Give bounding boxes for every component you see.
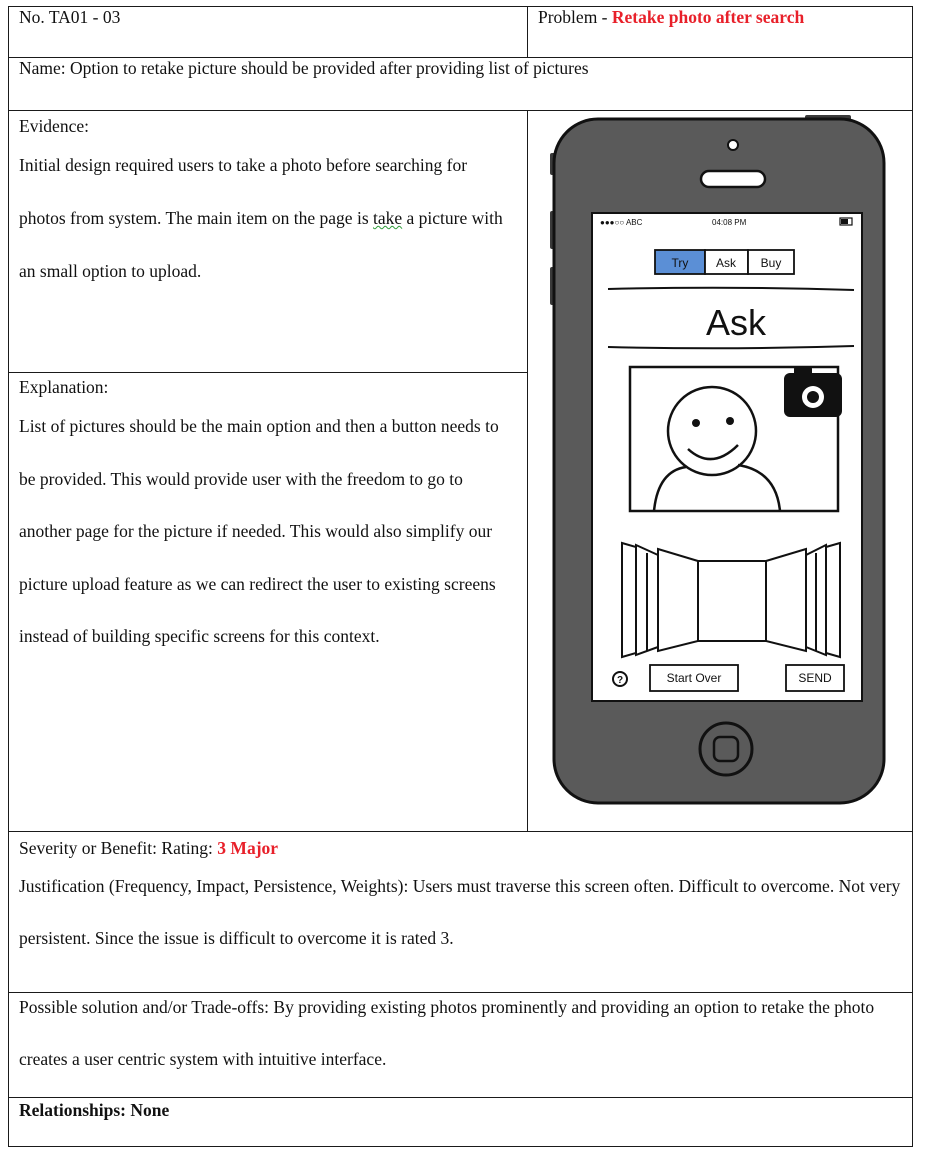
- justification-text: Justification (Frequency, Impact, Persis…: [19, 876, 901, 948]
- person-right-eye: [726, 417, 734, 425]
- problem-label: Problem -: [538, 7, 612, 27]
- send-label: SEND: [798, 671, 832, 685]
- tab-ask-label: Ask: [716, 256, 737, 270]
- speaker-grille: [699, 169, 767, 189]
- misspelled-word: take: [373, 208, 403, 228]
- person-head: [666, 385, 758, 477]
- relationships-cell: Relationships: None: [8, 1097, 913, 1147]
- tab-buy-label: Buy: [761, 256, 782, 270]
- severity-cell: Severity or Benefit: Rating: 3 Major Jus…: [8, 831, 913, 993]
- help-icon[interactable]: ?: [612, 671, 628, 687]
- screen-title: Ask: [706, 302, 767, 343]
- phone-mockup: ●●●○○ ABC 04:08 PM Try Ask Buy Ask ? Sta…: [550, 115, 890, 807]
- severity-label: Severity or Benefit: Rating:: [19, 838, 218, 858]
- segmented-tabs: Try Ask Buy: [654, 249, 795, 275]
- severity-rating: 3 Major: [217, 838, 279, 858]
- carousel-center-thumb[interactable]: [697, 560, 767, 642]
- explanation-cell: Explanation: List of pictures should be …: [8, 372, 528, 832]
- mockup-cell: ●●●○○ ABC 04:08 PM Try Ask Buy Ask ? Sta…: [527, 110, 913, 832]
- problem-title: Retake photo after search: [611, 7, 805, 27]
- carousel-right-thumb[interactable]: [765, 547, 807, 653]
- evidence-text: Initial design required users to take a …: [19, 139, 517, 298]
- battery-level: [841, 219, 848, 224]
- name-text: Name: Option to retake picture should be…: [19, 58, 589, 78]
- evidence-heading: Evidence:: [19, 116, 89, 136]
- solution-cell: Possible solution and/or Trade-offs: By …: [8, 992, 913, 1098]
- help-glyph: ?: [617, 675, 623, 686]
- explanation-text: List of pictures should be the main opti…: [19, 416, 499, 646]
- person-left-eye: [692, 419, 700, 427]
- front-camera: [727, 139, 739, 151]
- report-table: No. TA01 - 03 Problem - Retake photo aft…: [8, 6, 913, 1147]
- carousel-left-thumb[interactable]: [657, 547, 699, 653]
- phone-illustration: ●●●○○ ABC 04:08 PM Try Ask Buy Ask ? Sta…: [550, 115, 886, 805]
- start-over-label: Start Over: [667, 671, 722, 685]
- tab-try-label: Try: [672, 256, 689, 270]
- explanation-heading: Explanation:: [19, 377, 109, 397]
- status-carrier: ●●●○○ ABC: [600, 218, 643, 227]
- camera-icon[interactable]: [784, 367, 842, 417]
- severity-line: Severity or Benefit: Rating: 3 Major: [19, 834, 902, 862]
- problem-cell: Problem - Retake photo after search: [527, 6, 913, 58]
- issue-number: No. TA01 - 03: [8, 6, 528, 58]
- home-button[interactable]: [698, 721, 754, 777]
- status-time: 04:08 PM: [712, 218, 747, 227]
- name-cell: Name: Option to retake picture should be…: [8, 57, 913, 111]
- solution-text: Possible solution and/or Trade-offs: By …: [19, 997, 875, 1069]
- relationships-text: Relationships: None: [19, 1100, 170, 1120]
- issue-number-text: No. TA01 - 03: [19, 7, 121, 27]
- evidence-cell: Evidence: Initial design required users …: [8, 110, 528, 373]
- heuristic-report: No. TA01 - 03 Problem - Retake photo aft…: [8, 6, 913, 1147]
